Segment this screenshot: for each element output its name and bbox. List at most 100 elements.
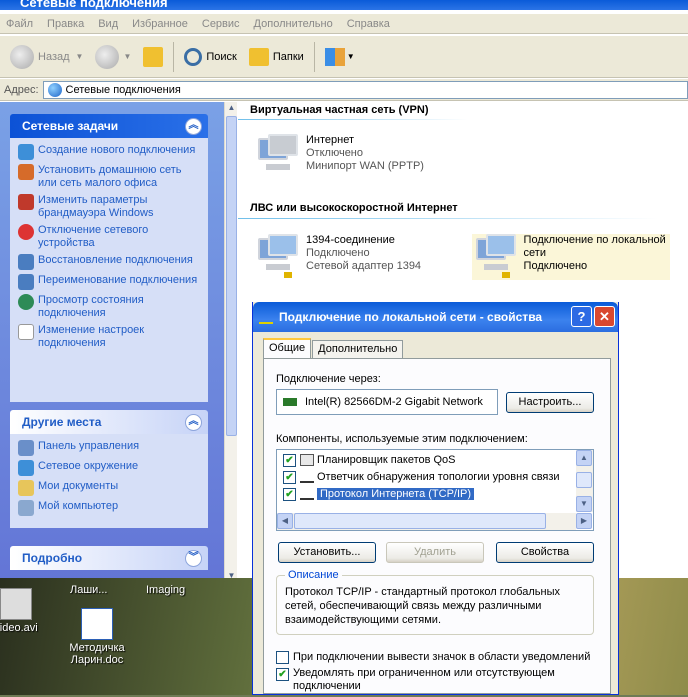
folders-button[interactable]: Папки: [243, 41, 310, 73]
vpn-connection-icon: [254, 134, 300, 180]
component-item-lltd[interactable]: ✔ Ответчик обнаружения топологии уровня …: [283, 469, 560, 485]
expand-icon[interactable]: ︾: [185, 549, 202, 567]
network-icon: [47, 82, 62, 97]
component-checkbox[interactable]: ✔: [283, 487, 296, 501]
menu-view[interactable]: Вид: [98, 18, 118, 30]
scroll-thumb[interactable]: [576, 472, 592, 488]
task-label: Отключение сетевого устройства: [38, 224, 149, 249]
collapse-icon[interactable]: ︽: [185, 117, 202, 135]
dialog-titlebar[interactable]: Подключение по локальной сети - свойства…: [253, 302, 618, 332]
connection-name: Подключение по локальной сети: [523, 234, 666, 259]
tab-page-general: Подключение через: Intel(R) 82566DM-2 Gi…: [263, 358, 611, 694]
views-icon: [324, 47, 345, 66]
place-my-computer[interactable]: Мой компьютер: [18, 500, 202, 516]
scroll-up-icon[interactable]: ▲: [226, 102, 237, 114]
video-file-icon: [0, 588, 32, 620]
back-button[interactable]: Назад ▼: [4, 41, 89, 73]
place-network[interactable]: Сетевое окружение: [18, 460, 202, 476]
place-my-documents[interactable]: Мои документы: [18, 480, 202, 496]
desktop-icon-video[interactable]: video.avi: [0, 588, 46, 634]
properties-button[interactable]: Свойства: [496, 542, 594, 563]
menu-advanced[interactable]: Дополнительно: [254, 18, 333, 30]
connection-status: Подключено: [306, 247, 370, 259]
task-label: Восстановление подключения: [38, 254, 193, 266]
menu-file[interactable]: Файл: [6, 18, 33, 30]
desktop-icon-doc[interactable]: Методичка Ларин.doc: [62, 608, 132, 666]
connection-local-area[interactable]: Подключение по локальной сети Подключено: [472, 234, 670, 280]
task-home-network[interactable]: Установить домашнюю сеть или сеть малого…: [18, 164, 202, 190]
task-label: Просмотр состояния подключения: [38, 294, 144, 319]
show-icon-checkbox[interactable]: [276, 650, 289, 664]
remove-button: Удалить: [386, 542, 484, 563]
task-settings[interactable]: Изменение настроек подключения: [18, 324, 202, 350]
configure-button[interactable]: Настроить...: [506, 392, 594, 413]
repair-icon: [18, 254, 34, 270]
task-repair[interactable]: Восстановление подключения: [18, 254, 202, 270]
task-new-connection[interactable]: Создание нового подключения: [18, 144, 202, 160]
description-group: Описание Протокол TCP/IP - стандартный п…: [276, 569, 594, 635]
install-button[interactable]: Установить...: [278, 542, 376, 563]
task-firewall[interactable]: Изменить параметры брандмауэра Windows: [18, 194, 202, 220]
desktop-partial-label: Лаши...: [70, 584, 108, 596]
network-connection-icon: [259, 310, 273, 324]
task-pane: Сетевые задачи ︽ Создание нового подключ…: [0, 102, 224, 582]
adapter-field: Intel(R) 82566DM-2 Gigabit Network: [276, 389, 498, 415]
views-button[interactable]: ▼: [319, 41, 361, 73]
other-places-panel: Другие места ︽ Панель управления Сетевое…: [10, 410, 208, 528]
search-button[interactable]: Поиск: [178, 41, 242, 73]
toolbar-separator: [173, 41, 175, 72]
scroll-left-icon[interactable]: ◀: [277, 513, 293, 529]
components-label: Компоненты, используемые этим подключени…: [276, 433, 528, 445]
scroll-up-icon[interactable]: ▲: [576, 450, 592, 466]
task-rename[interactable]: Переименование подключения: [18, 274, 202, 290]
other-places-header[interactable]: Другие места ︽: [10, 410, 208, 434]
component-checkbox[interactable]: ✔: [283, 453, 296, 467]
close-button[interactable]: ✕: [594, 306, 615, 327]
menu-bar: Файл Правка Вид Избранное Сервис Дополни…: [0, 14, 688, 34]
component-checkbox[interactable]: ✔: [283, 470, 296, 484]
place-label: Панель управления: [38, 440, 140, 452]
scroll-down-icon[interactable]: ▼: [576, 496, 592, 512]
component-label: Протокол Интернета (TCP/IP): [317, 488, 475, 500]
collapse-icon[interactable]: ︽: [185, 413, 202, 431]
vertical-scrollbar[interactable]: ▲ ▼: [224, 102, 237, 582]
list-vertical-scrollbar[interactable]: ▲ ▼: [576, 450, 593, 512]
tab-general[interactable]: Общие: [263, 338, 312, 358]
protocol-icon: [300, 488, 314, 500]
component-item-tcpip[interactable]: ✔ Протокол Интернета (TCP/IP): [283, 486, 475, 502]
connection-1394[interactable]: 1394-соединение Подключено Сетевой адапт…: [254, 234, 421, 280]
connection-device: Минипорт WAN (PPTP): [306, 160, 424, 172]
toolbar: Назад ▼ ▼ Поиск Папки ▼: [0, 36, 688, 78]
search-icon: [184, 47, 203, 66]
components-list[interactable]: ✔ Планировщик пакетов QoS ✔ Ответчик обн…: [276, 449, 594, 531]
notify-checkbox[interactable]: ✔: [276, 668, 289, 681]
new-connection-icon: [18, 144, 34, 160]
scroll-thumb[interactable]: [294, 513, 546, 529]
scroll-right-icon[interactable]: ▶: [576, 513, 592, 529]
forward-button[interactable]: ▼: [89, 41, 137, 73]
address-value: Сетевые подключения: [65, 83, 181, 96]
scroll-thumb[interactable]: [226, 116, 237, 436]
menu-help[interactable]: Справка: [347, 18, 390, 30]
connection-vpn[interactable]: Интернет Отключено Минипорт WAN (PPTP): [254, 134, 424, 180]
protocol-icon: [300, 471, 314, 483]
task-status[interactable]: Просмотр состояния подключения: [18, 294, 202, 320]
task-disable-device[interactable]: Отключение сетевого устройства: [18, 224, 202, 250]
show-icon-option[interactable]: При подключении вывести значок в области…: [276, 649, 590, 665]
help-button[interactable]: ?: [571, 306, 592, 327]
up-button[interactable]: [137, 41, 169, 73]
menu-edit[interactable]: Правка: [47, 18, 84, 30]
window-titlebar[interactable]: Сетевые подключения: [0, 0, 688, 10]
place-control-panel[interactable]: Панель управления: [18, 440, 202, 456]
list-horizontal-scrollbar[interactable]: ◀ ▶: [277, 513, 592, 530]
menu-favorites[interactable]: Избранное: [132, 18, 188, 30]
notify-option[interactable]: ✔ Уведомлять при ограниченном или отсутс…: [276, 667, 593, 697]
details-header[interactable]: Подробно ︾: [10, 546, 208, 570]
network-tasks-header[interactable]: Сетевые задачи ︽: [10, 114, 208, 138]
place-label: Мои документы: [38, 480, 119, 492]
properties-dialog: Подключение по локальной сети - свойства…: [252, 302, 619, 695]
address-input[interactable]: Сетевые подключения: [42, 80, 688, 99]
component-item-qos[interactable]: ✔ Планировщик пакетов QoS: [283, 452, 456, 468]
menu-tools[interactable]: Сервис: [202, 18, 240, 30]
tab-advanced[interactable]: Дополнительно: [312, 340, 404, 358]
